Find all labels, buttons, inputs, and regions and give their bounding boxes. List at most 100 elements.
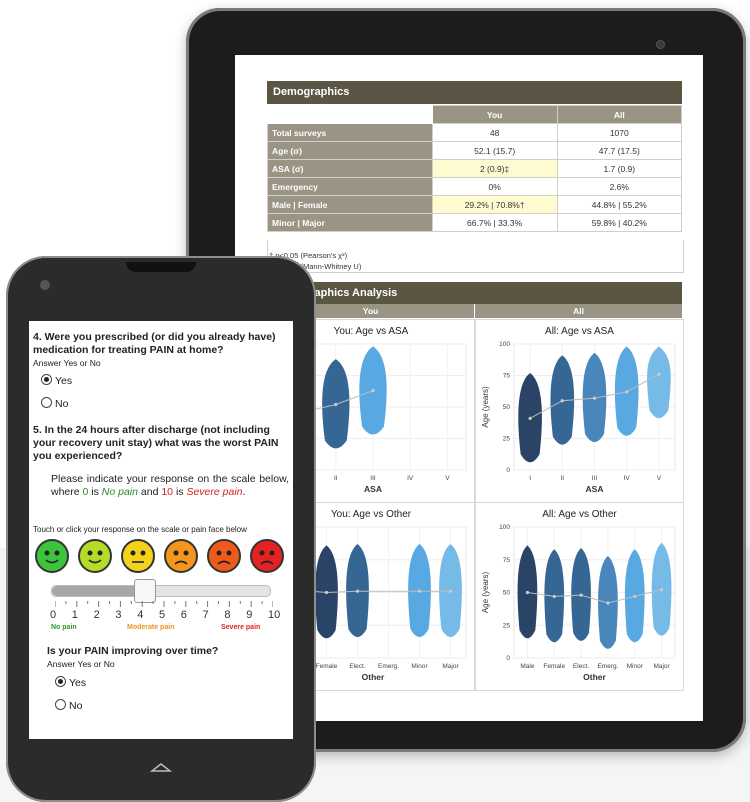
median-point bbox=[606, 601, 610, 605]
radio-icon[interactable] bbox=[55, 676, 66, 687]
scale-number[interactable]: 1 bbox=[72, 609, 78, 621]
violin-mark bbox=[647, 346, 671, 419]
label-moderate-pain: Moderate pain bbox=[127, 624, 175, 631]
y-tick-label: 50 bbox=[503, 590, 511, 597]
pain-face-icon[interactable] bbox=[78, 539, 112, 573]
question-6-hint: Answer Yes or No bbox=[47, 659, 115, 669]
radio-icon[interactable] bbox=[41, 374, 52, 385]
median-point bbox=[355, 589, 360, 593]
y-tick-label: 25 bbox=[503, 622, 511, 629]
median-point bbox=[448, 589, 453, 593]
tick-label: I bbox=[529, 475, 531, 482]
q6-no-option[interactable]: No bbox=[55, 699, 82, 712]
median-point bbox=[324, 590, 329, 595]
home-button-icon[interactable] bbox=[150, 760, 172, 774]
phone-camera bbox=[40, 280, 50, 290]
pain-face-icon[interactable] bbox=[250, 539, 284, 573]
table-row: Minor | Major 66.7% | 33.3% 59.8% | 40.2% bbox=[267, 213, 683, 232]
plot-all-age-vs-other: Male Female Elect. Emerg. Minor Major Other 100… bbox=[475, 502, 684, 691]
analysis-col-all: All bbox=[475, 304, 682, 318]
q4-yes-option[interactable]: Yes bbox=[41, 374, 72, 387]
scale-number[interactable]: 4 bbox=[137, 609, 143, 621]
analysis-header: Demographics Analysis bbox=[267, 282, 682, 304]
tick-label: II bbox=[334, 475, 338, 482]
tick-label: Emerg. bbox=[378, 663, 399, 670]
plot-title: All: Age vs ASA bbox=[545, 326, 614, 337]
question-4-hint: Answer Yes or No bbox=[33, 358, 101, 368]
tick-label: Male bbox=[520, 663, 534, 670]
scale-number[interactable]: 7 bbox=[203, 609, 209, 621]
scale-number[interactable]: 6 bbox=[181, 609, 187, 621]
violin-plot: I II III IV VASA1007550250Age (years) bbox=[481, 341, 676, 494]
scale-number[interactable]: 0 bbox=[50, 609, 56, 621]
y-tick-label: 50 bbox=[503, 404, 511, 411]
pain-face-icon[interactable] bbox=[35, 539, 69, 573]
tick-label: II bbox=[560, 475, 564, 482]
demographics-table: You All Total surveys 48 1070 Age (σ) 52.1 … bbox=[267, 105, 683, 232]
tick-label: Elect. bbox=[573, 663, 589, 670]
table-row: Emergency 0% 2.6% bbox=[267, 177, 683, 196]
y-tick-label: 75 bbox=[503, 557, 511, 564]
demographics-header: Demographics bbox=[267, 81, 682, 104]
y-tick-label: 75 bbox=[503, 373, 511, 380]
y-axis-label: Age (years) bbox=[481, 571, 490, 613]
question-4: 4. Were you prescribed (or did you alrea… bbox=[33, 331, 276, 356]
pain-slider-thumb[interactable] bbox=[134, 579, 157, 603]
median-point bbox=[371, 389, 375, 393]
median-point bbox=[659, 588, 664, 592]
radio-icon[interactable] bbox=[55, 699, 66, 710]
median-point bbox=[592, 396, 597, 400]
phone-speaker bbox=[126, 262, 196, 272]
axis-label: ASA bbox=[364, 484, 382, 494]
tick-label: Emerg. bbox=[597, 663, 618, 670]
tick-label: IV bbox=[407, 475, 414, 482]
phone-screen: 4. Were you prescribed (or did you alrea… bbox=[29, 321, 293, 739]
median-point bbox=[525, 590, 530, 595]
tick-label: Female bbox=[316, 663, 338, 670]
question-6: Is your PAIN improving over time? bbox=[47, 645, 219, 657]
axis-label: ASA bbox=[586, 484, 604, 494]
q4-no-option[interactable]: No bbox=[41, 397, 68, 410]
scale-number[interactable]: 5 bbox=[159, 609, 165, 621]
axis-label: Other bbox=[583, 672, 606, 682]
plot-all-age-vs-asa: I II III IV V ASA 100 75 50 25 0 Age (years) All: A… bbox=[475, 319, 684, 503]
tick-label: III bbox=[592, 475, 598, 482]
tablet-camera bbox=[656, 40, 665, 49]
y-axis-label: Age (years) bbox=[481, 386, 490, 428]
scale-number[interactable]: 8 bbox=[224, 609, 230, 621]
pain-slider-fill bbox=[52, 586, 140, 596]
scale-number[interactable]: 3 bbox=[115, 609, 121, 621]
scale-number[interactable]: 9 bbox=[246, 609, 252, 621]
y-tick-label: 100 bbox=[499, 524, 510, 531]
scale-number[interactable]: 10 bbox=[268, 609, 280, 621]
question-5-instruction: Please indicate your response on the sca… bbox=[51, 473, 289, 498]
pain-faces bbox=[35, 539, 287, 573]
pain-face-icon[interactable] bbox=[164, 539, 198, 573]
label-severe-pain: Severe pain bbox=[221, 624, 261, 631]
tick-label: Female bbox=[543, 663, 565, 670]
tick-label: III bbox=[370, 475, 376, 482]
pain-face-icon[interactable] bbox=[121, 539, 155, 573]
pain-slider-track[interactable] bbox=[51, 585, 271, 597]
touch-hint: Touch or click your response on the scal… bbox=[33, 525, 247, 534]
scale-number[interactable]: 2 bbox=[94, 609, 100, 621]
y-tick-label: 0 bbox=[506, 467, 510, 474]
median-point bbox=[560, 399, 564, 403]
table-row: ASA (σ) 2 (0.9)‡ 1.7 (0.9) bbox=[267, 159, 683, 178]
tick-label: Major bbox=[442, 663, 459, 670]
tick-label: IV bbox=[624, 475, 631, 482]
label-no-pain: No pain bbox=[51, 624, 77, 631]
tick-label: V bbox=[445, 475, 450, 482]
tick-label: Minor bbox=[411, 663, 428, 670]
y-tick-label: 0 bbox=[506, 655, 510, 662]
radio-icon[interactable] bbox=[41, 397, 52, 408]
plot-title: All: Age vs Other bbox=[542, 509, 617, 520]
q6-yes-option[interactable]: Yes bbox=[55, 676, 86, 689]
median-point bbox=[528, 416, 532, 420]
median-point bbox=[625, 390, 629, 394]
tick-label: V bbox=[657, 475, 662, 482]
median-point bbox=[417, 589, 422, 593]
y-tick-label: 100 bbox=[499, 341, 510, 348]
pain-scale-numbers: 0 1 2 3 4 5 6 7 8 9 10 bbox=[50, 609, 280, 621]
pain-face-icon[interactable] bbox=[207, 539, 241, 573]
